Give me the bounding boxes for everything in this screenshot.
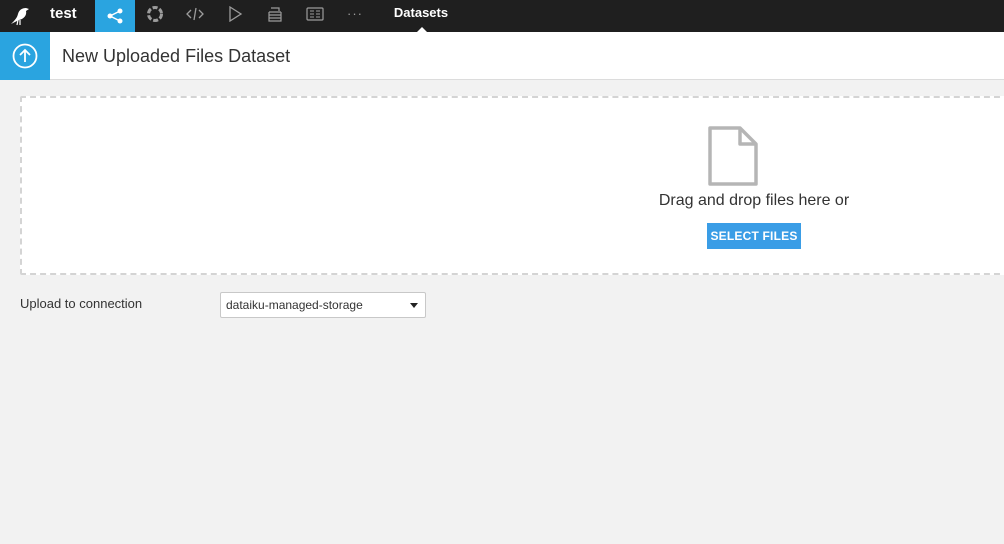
flow-icon[interactable] bbox=[95, 0, 135, 32]
code-icon[interactable] bbox=[175, 0, 215, 28]
connection-selected-value: dataiku-managed-storage bbox=[226, 298, 363, 312]
tab-datasets-label: Datasets bbox=[393, 5, 449, 20]
file-icon bbox=[708, 126, 758, 186]
bird-logo-icon[interactable] bbox=[6, 2, 34, 30]
more-label: ··· bbox=[347, 6, 363, 21]
select-files-button[interactable]: SELECT FILES bbox=[707, 223, 801, 249]
project-name[interactable]: test bbox=[50, 0, 77, 32]
top-nav: test ··· Datasets bbox=[0, 0, 1004, 32]
upload-icon bbox=[0, 32, 50, 80]
file-drop-zone[interactable] bbox=[20, 96, 1004, 275]
drop-instructions: Drag and drop files here or bbox=[658, 192, 850, 209]
lab-icon[interactable] bbox=[135, 0, 175, 28]
deploy-icon[interactable] bbox=[255, 0, 295, 28]
run-icon[interactable] bbox=[215, 0, 255, 28]
page-header: New Uploaded Files Dataset bbox=[0, 32, 1004, 80]
page-title: New Uploaded Files Dataset bbox=[62, 46, 291, 66]
wiki-icon[interactable] bbox=[295, 0, 335, 28]
more-icon[interactable]: ··· bbox=[335, 0, 375, 28]
connection-select[interactable]: dataiku-managed-storage bbox=[220, 292, 426, 318]
chevron-down-icon bbox=[410, 303, 418, 308]
connection-label: Upload to connection bbox=[20, 296, 143, 311]
tab-datasets[interactable]: Datasets bbox=[382, 0, 460, 32]
